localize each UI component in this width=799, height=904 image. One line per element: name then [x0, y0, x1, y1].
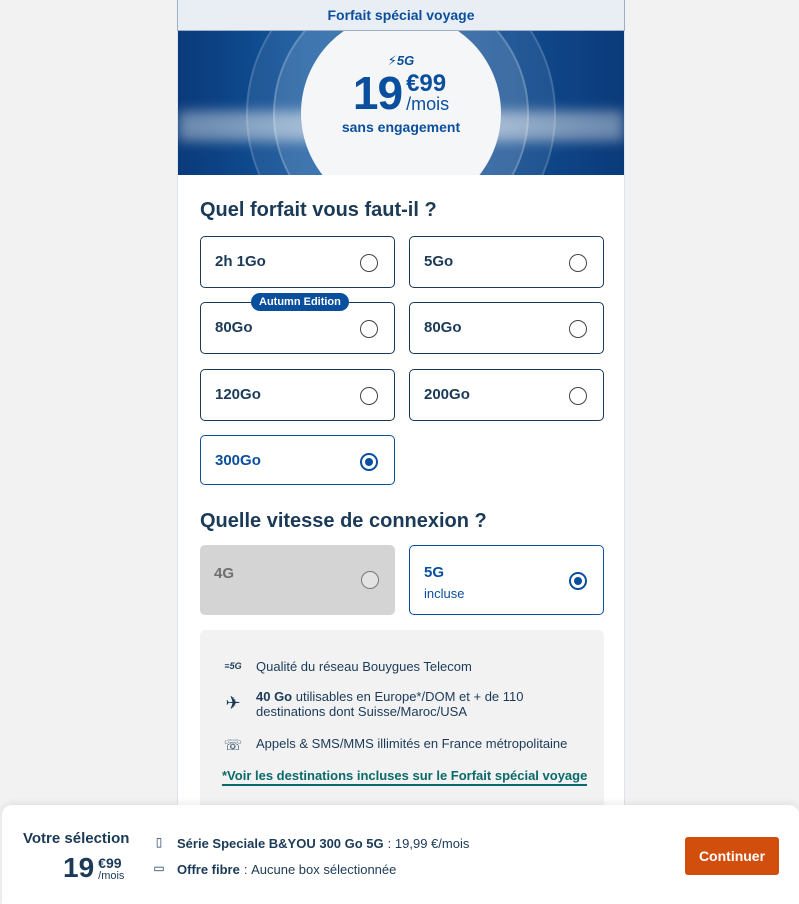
features-panel: ≡5G Qualité du réseau Bouygues Telecom ✈… — [200, 630, 604, 830]
plan-option-80go-autumn[interactable]: Autumn Edition 80Go — [200, 293, 395, 354]
plan-option-120go[interactable]: 120Go — [200, 369, 395, 421]
plan-option-300go[interactable]: 300Go — [200, 435, 395, 485]
airplane-icon: ✈ — [225, 693, 241, 713]
banner-price: 19 €99 /mois — [352, 67, 450, 119]
5g-icon: ≡5G — [224, 661, 242, 671]
price-banner: ⚡5G 19 €99 /mois sans engagement — [178, 31, 624, 175]
radio-icon[interactable] — [569, 387, 587, 405]
sim-card-icon: ▯ — [155, 835, 163, 849]
plan-option-5go[interactable]: 5Go — [409, 236, 604, 288]
fiber-box-icon: ▭ — [153, 861, 165, 875]
plan-option-200go[interactable]: 200Go — [409, 369, 604, 421]
offer-header: Forfait spécial voyage — [177, 0, 625, 31]
plan-option-80go[interactable]: 80Go — [409, 302, 604, 354]
feature-network: ≡5G Qualité du réseau Bouygues Telecom — [222, 659, 471, 674]
plan-section-title: Quel forfait vous faut-il ? — [200, 199, 437, 221]
summary-line-mobile: ▯ Série Speciale B&YOU 300 Go 5G : 19,99… — [150, 835, 470, 851]
radio-icon[interactable] — [360, 320, 378, 338]
selection-footer: Votre sélection 19 €99 /mois ▯ Série Spe… — [2, 805, 799, 904]
plan-option-2h-1go[interactable]: 2h 1Go — [200, 236, 395, 288]
radio-icon[interactable] — [569, 254, 587, 272]
offer-card: Forfait spécial voyage ⚡5G 19 €99 /mois … — [177, 0, 625, 904]
selection-price: 19 €99 /mois — [63, 852, 125, 883]
continue-button[interactable]: Continuer — [685, 837, 779, 875]
feature-calls: ☏ Appels & SMS/MMS illimités en France m… — [223, 736, 568, 754]
summary-line-fiber: ▭ Offre fibre : Aucune box sélectionnée — [150, 861, 396, 877]
autumn-edition-badge: Autumn Edition — [251, 293, 349, 311]
phone-icon: ☏ — [223, 737, 243, 754]
radio-icon[interactable] — [360, 254, 378, 272]
speed-option-4g: 4G — [200, 545, 395, 615]
speed-option-5g[interactable]: 5G incluse — [409, 545, 604, 615]
selection-title: Votre sélection — [23, 830, 130, 847]
radio-selected-icon[interactable] — [360, 453, 378, 471]
destinations-link[interactable]: *Voir les destinations incluses sur le F… — [222, 768, 588, 786]
speed-section-title: Quelle vitesse de connexion ? — [200, 510, 487, 532]
radio-disabled-icon — [361, 571, 379, 589]
radio-icon[interactable] — [360, 387, 378, 405]
engagement-text: sans engagement — [341, 119, 461, 135]
radio-selected-icon[interactable] — [569, 572, 587, 590]
feature-roaming: ✈ 40 Go utilisables en Europe*/DOM et + … — [222, 689, 523, 719]
radio-icon[interactable] — [569, 320, 587, 338]
